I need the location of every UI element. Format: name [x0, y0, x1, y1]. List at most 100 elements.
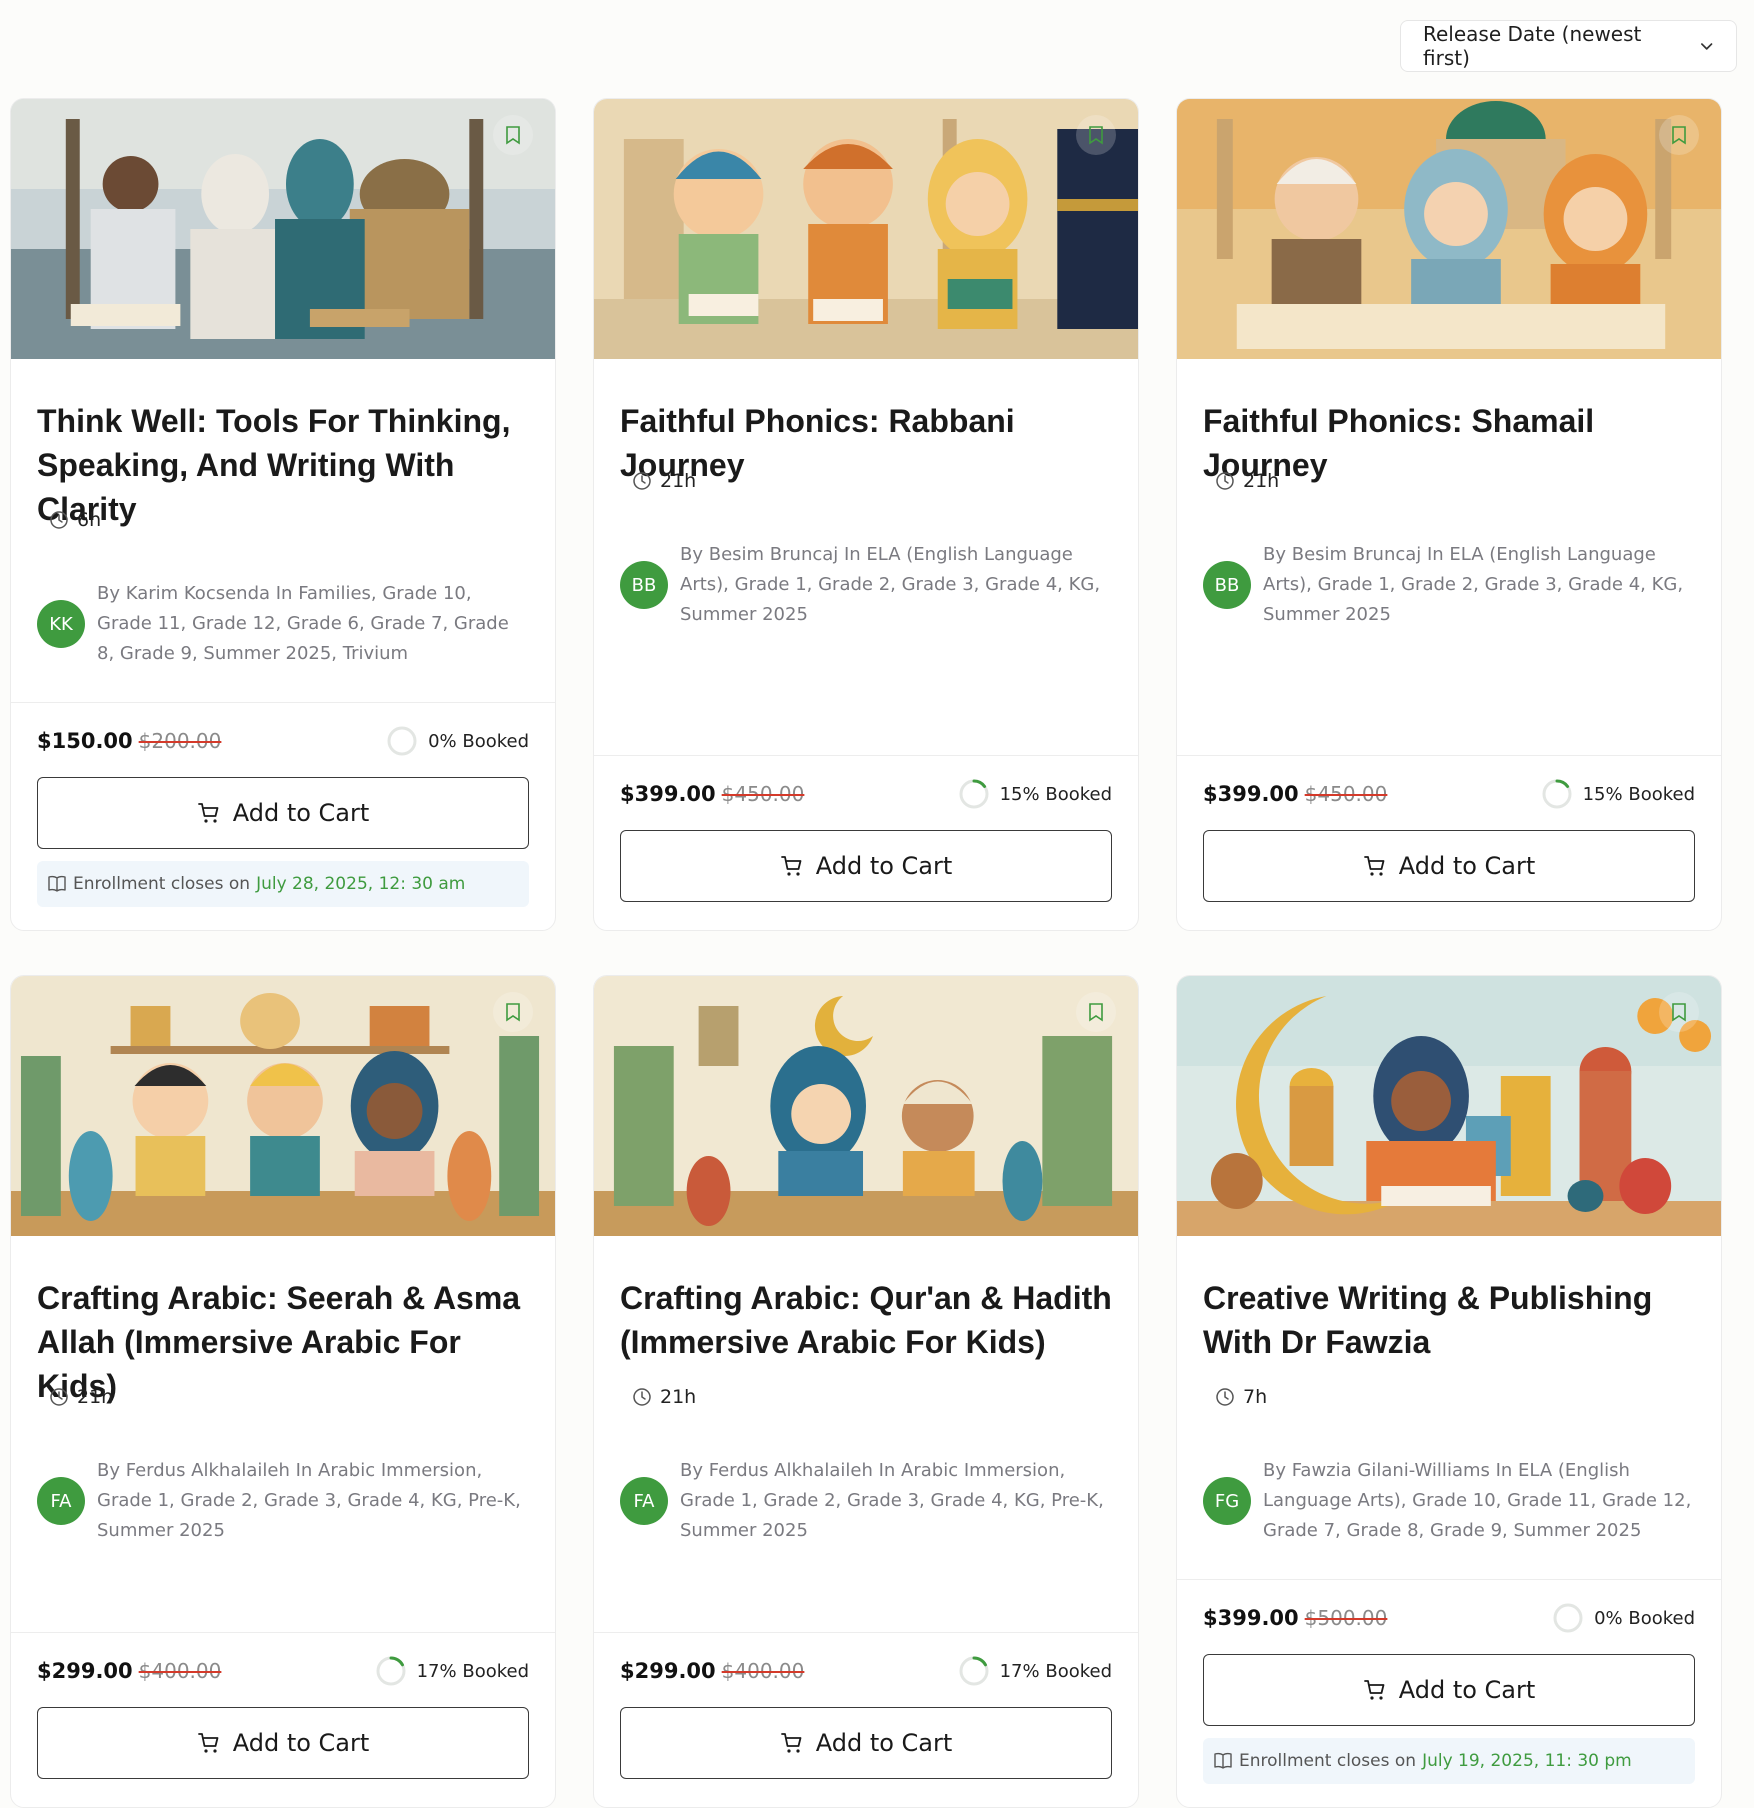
cart-icon — [780, 1733, 802, 1753]
add-to-cart-button[interactable]: Add to Cart — [620, 1707, 1112, 1779]
course-card[interactable]: Crafting Arabic: Qur'an & Hadith (Immers… — [593, 975, 1139, 1808]
duration-value: 6h — [77, 509, 102, 531]
add-to-cart-button[interactable]: Add to Cart — [1203, 1654, 1695, 1726]
add-to-cart-label: Add to Cart — [815, 1729, 953, 1757]
card-footer: $299.00 $400.00 17% Booked Add to Cart — [594, 1632, 1138, 1807]
current-price: $399.00 — [620, 782, 716, 806]
bookmark-button[interactable] — [1076, 115, 1116, 155]
add-to-cart-label: Add to Cart — [232, 1729, 370, 1757]
add-to-cart-label: Add to Cart — [1398, 852, 1536, 880]
avatar[interactable]: KK — [37, 600, 85, 648]
add-to-cart-button[interactable]: Add to Cart — [620, 830, 1112, 902]
sort-label: Release Date (newest first) — [1423, 22, 1642, 70]
avatar[interactable]: BB — [1203, 561, 1251, 609]
add-to-cart-label: Add to Cart — [232, 799, 370, 827]
bookmark-button[interactable] — [1659, 115, 1699, 155]
original-price: $400.00 — [138, 1659, 222, 1683]
booked-label: 17% Booked — [416, 1660, 529, 1682]
author-byline: By Besim Bruncaj In ELA (English Languag… — [680, 544, 1101, 625]
booked-progress-ring — [387, 726, 417, 756]
course-duration: 7h — [1215, 1386, 1267, 1408]
card-footer: $299.00 $400.00 17% Booked Add to Cart — [11, 1632, 555, 1807]
add-to-cart-button[interactable]: Add to Cart — [1203, 830, 1695, 902]
course-author: FG By Fawzia Gilani-Williams In ELA (Eng… — [1203, 1456, 1695, 1546]
course-card[interactable]: Faithful Phonics: Shamail Journey 21h BB… — [1176, 98, 1722, 931]
course-card[interactable]: Think Well: Tools For Thinking, Speaking… — [10, 98, 556, 931]
avatar[interactable]: FA — [620, 1477, 668, 1525]
duration-value: 21h — [660, 1386, 697, 1408]
cart-icon — [197, 1733, 219, 1753]
duration-value: 21h — [660, 470, 697, 492]
enrollment-notice: Enrollment closes on July 28, 2025, 12: … — [37, 861, 529, 907]
add-to-cart-label: Add to Cart — [815, 852, 953, 880]
duration-value: 21h — [77, 1386, 114, 1408]
bookmark-button[interactable] — [1659, 992, 1699, 1032]
booked-progress-ring — [959, 779, 989, 809]
clock-icon — [50, 511, 68, 529]
enrollment-date: July 28, 2025, 12: 30 am — [256, 874, 466, 894]
current-price: $150.00 — [37, 729, 133, 753]
original-price: $200.00 — [138, 729, 222, 753]
original-price: $400.00 — [721, 1659, 805, 1683]
add-to-cart-button[interactable]: Add to Cart — [37, 777, 529, 849]
price: $399.00 $450.00 — [1203, 782, 1387, 806]
original-price: $500.00 — [1304, 1606, 1388, 1630]
course-image[interactable] — [11, 976, 555, 1236]
course-duration: 21h — [632, 470, 696, 492]
avatar[interactable]: FA — [37, 1477, 85, 1525]
avatar[interactable]: FG — [1203, 1477, 1251, 1525]
price: $150.00 $200.00 — [37, 729, 221, 753]
booked-progress-ring — [1553, 1603, 1583, 1633]
original-price: $450.00 — [721, 782, 805, 806]
course-image[interactable] — [11, 99, 555, 359]
course-title[interactable]: Crafting Arabic: Qur'an & Hadith (Immers… — [620, 1276, 1112, 1364]
price: $399.00 $450.00 — [620, 782, 804, 806]
avatar[interactable]: BB — [620, 561, 668, 609]
booked-label: 17% Booked — [999, 1660, 1112, 1682]
course-card[interactable]: Creative Writing & Publishing With Dr Fa… — [1176, 975, 1722, 1808]
course-author: FA By Ferdus Alkhalaileh In Arabic Immer… — [620, 1456, 1112, 1546]
card-footer: $399.00 $450.00 15% Booked Add to Cart — [1177, 755, 1721, 930]
course-image[interactable] — [594, 99, 1138, 359]
duration-value: 21h — [1243, 470, 1280, 492]
booked-status: 17% Booked — [375, 1655, 529, 1687]
add-to-cart-button[interactable]: Add to Cart — [37, 1707, 529, 1779]
booked-status: 0% Booked — [1552, 1602, 1695, 1634]
bookmark-icon — [1672, 126, 1686, 145]
ring-track — [387, 726, 417, 756]
clock-icon — [50, 1388, 68, 1406]
bookmark-button[interactable] — [1076, 992, 1116, 1032]
add-to-cart-label: Add to Cart — [1398, 1676, 1536, 1704]
card-footer: $399.00 $500.00 0% Booked Add to Cart Enr… — [1177, 1579, 1721, 1807]
cart-icon — [1363, 1680, 1385, 1700]
original-price: $450.00 — [1304, 782, 1388, 806]
clock-icon — [1216, 472, 1234, 490]
enrollment-label: Enrollment closes on — [73, 874, 251, 894]
sort-dropdown[interactable]: Release Date (newest first) — [1400, 20, 1737, 72]
booked-status: 15% Booked — [1541, 778, 1695, 810]
course-author: KK By Karim Kocsenda In Families, Grade … — [37, 579, 529, 669]
course-duration: 21h — [1215, 470, 1279, 492]
enrollment-label: Enrollment closes on — [1239, 1751, 1417, 1771]
bookmark-button[interactable] — [493, 992, 533, 1032]
course-image[interactable] — [594, 976, 1138, 1236]
course-title[interactable]: Think Well: Tools For Thinking, Speaking… — [37, 399, 529, 531]
course-duration: 21h — [49, 1386, 113, 1408]
current-price: $399.00 — [1203, 782, 1299, 806]
book-icon — [48, 875, 66, 892]
course-duration: 6h — [49, 509, 101, 531]
author-byline: By Ferdus Alkhalaileh In Arabic Immersio… — [680, 1460, 1104, 1541]
booked-label: 0% Booked — [1594, 1607, 1695, 1629]
course-title[interactable]: Creative Writing & Publishing With Dr Fa… — [1203, 1276, 1695, 1364]
clock-icon — [633, 472, 651, 490]
bookmark-icon — [506, 1003, 520, 1022]
booked-progress-ring — [1542, 779, 1572, 809]
bookmark-icon — [1089, 126, 1103, 145]
bookmark-button[interactable] — [493, 115, 533, 155]
card-footer: $150.00 $200.00 0% Booked Add to Cart Enr… — [11, 702, 555, 930]
course-image[interactable] — [1177, 99, 1721, 359]
clock-icon — [633, 1388, 651, 1406]
course-card[interactable]: Crafting Arabic: Seerah & Asma Allah (Im… — [10, 975, 556, 1808]
course-image[interactable] — [1177, 976, 1721, 1236]
course-card[interactable]: Faithful Phonics: Rabbani Journey 21h BB… — [593, 98, 1139, 931]
